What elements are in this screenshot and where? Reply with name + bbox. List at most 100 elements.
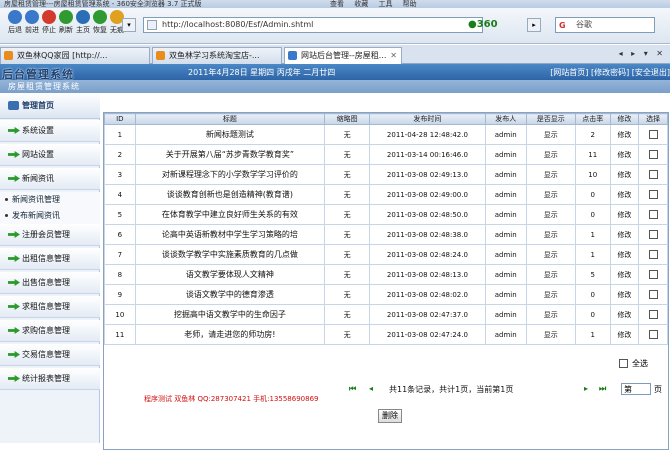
tab-taobao-shop[interactable]: 双鱼林学习系统淘宝店-... xyxy=(152,47,282,64)
edit-link[interactable]: 修改 xyxy=(609,324,640,345)
row-checkbox[interactable] xyxy=(648,170,658,179)
next-page-icon[interactable]: ▸ xyxy=(584,384,596,394)
row-checkbox[interactable] xyxy=(648,230,658,239)
edit-link[interactable]: 修改 xyxy=(609,284,640,305)
table-cell: 1 xyxy=(574,224,611,245)
first-page-icon[interactable]: ⏮ xyxy=(349,384,361,394)
arrow-icon xyxy=(8,175,20,182)
table-cell: admin xyxy=(484,184,527,205)
pager-info: 共11条记录，共计1页，当前第1页 xyxy=(389,385,514,394)
address-bar[interactable]: http://localhost:8080/Esf/Admin.shtml xyxy=(143,17,483,33)
table-cell: 显示 xyxy=(525,204,576,225)
sidebar-home-label: 管理首页 xyxy=(22,101,54,110)
table-cell: 对新课程理念下的小学数学学习评价的 xyxy=(134,164,326,185)
table-cell: 1 xyxy=(104,124,136,145)
edit-link[interactable]: 修改 xyxy=(609,264,640,285)
developer-credit: 程序测试 双鱼林 QQ:287307421 手机:13558690869 xyxy=(144,395,319,403)
close-icon[interactable]: ✕ xyxy=(390,48,397,63)
tab-controls[interactable]: ◂ ▸ ▾ ✕ xyxy=(619,49,666,58)
sidebar-item-1[interactable]: 网站设置 xyxy=(0,144,100,166)
table-cell: 无 xyxy=(324,144,371,165)
sidebar-item-4[interactable]: 发布新闻资讯 xyxy=(0,208,100,224)
table-cell: 新闻标题测试 xyxy=(134,124,326,145)
edit-link[interactable]: 修改 xyxy=(609,124,640,145)
go-button[interactable]: ▸ xyxy=(527,18,541,32)
row-select-cell xyxy=(638,264,668,285)
edit-link[interactable]: 修改 xyxy=(609,184,640,205)
dropdown-history-button[interactable]: ▾ xyxy=(122,18,136,32)
page-icon xyxy=(147,20,157,30)
tab-qq-home[interactable]: 双鱼林QQ家园 [http://... xyxy=(0,47,150,64)
sidebar-item-10[interactable]: 交易信息管理 xyxy=(0,344,100,366)
search-placeholder: 谷歌 xyxy=(576,20,592,29)
sidebar-item-11[interactable]: 统计报表管理 xyxy=(0,368,100,390)
page-number-input[interactable]: 第 xyxy=(621,383,651,395)
table-cell: 5 xyxy=(574,264,611,285)
bullet-icon xyxy=(5,214,8,217)
tab-label: 双鱼林学习系统淘宝店-... xyxy=(169,51,260,60)
select-all[interactable]: 全选 xyxy=(619,358,648,369)
tab-admin[interactable]: 网站后台管理--房屋租... ✕ xyxy=(284,47,402,65)
row-select-cell xyxy=(638,204,668,225)
sidebar-item-label: 系统设置 xyxy=(22,126,54,135)
sidebar-item-label: 新闻资讯 xyxy=(22,174,54,183)
table-cell: 显示 xyxy=(525,284,576,305)
sidebar-item-2[interactable]: 新闻资讯 xyxy=(0,168,100,190)
edit-link[interactable]: 修改 xyxy=(609,164,640,185)
table-row: 3 对新课程理念下的小学数学学习评价的无 2011-03-08 02:49:13.0… xyxy=(104,164,668,185)
sidebar-item-6[interactable]: 出租信息管理 xyxy=(0,248,100,270)
sidebar-home[interactable]: 管理首页 xyxy=(0,93,100,119)
sidebar-item-5[interactable]: 注册会员管理 xyxy=(0,224,100,246)
sidebar-item-9[interactable]: 求购信息管理 xyxy=(0,320,100,342)
sidebar-item-3[interactable]: 新闻资讯管理 xyxy=(0,192,100,208)
table-row: 10 挖掘高中语文教学中的生命因子无 2011-03-08 02:47:37.0 ad… xyxy=(104,304,668,325)
top-links[interactable]: [网站首页] [修改密码] [安全退出] xyxy=(550,67,670,78)
row-checkbox[interactable] xyxy=(648,270,658,279)
edit-link[interactable]: 修改 xyxy=(609,304,640,325)
table-cell: 挖掘高中语文教学中的生命因子 xyxy=(134,304,326,325)
row-checkbox[interactable] xyxy=(648,330,658,339)
table-cell: 2011-03-08 02:48:24.0 xyxy=(369,244,486,265)
table-cell: 无 xyxy=(324,124,371,145)
table-row: 8 语文教学要体现人文精神无 2011-03-08 02:48:13.0 admin 显… xyxy=(104,264,668,285)
table-cell: 2 xyxy=(104,144,136,165)
prev-page-icon[interactable]: ◂ xyxy=(369,384,381,394)
sidebar: 管理首页 系统设置网站设置新闻资讯新闻资讯管理 发布新闻资讯 注册会员管理 出租信息管… xyxy=(0,93,100,443)
last-page-icon[interactable]: ⏭ xyxy=(599,384,611,394)
row-checkbox[interactable] xyxy=(648,190,658,199)
row-checkbox[interactable] xyxy=(648,130,658,139)
row-select-cell xyxy=(638,184,668,205)
edit-link[interactable]: 修改 xyxy=(609,204,640,225)
table-cell: 显示 xyxy=(525,264,576,285)
sidebar-item-8[interactable]: 求租信息管理 xyxy=(0,296,100,318)
table-cell: 关于开展第八届“苏步青数学教育奖” xyxy=(134,144,326,165)
row-checkbox[interactable] xyxy=(648,310,658,319)
edit-link[interactable]: 修改 xyxy=(609,244,640,265)
search-input[interactable]: G 谷歌 xyxy=(555,17,655,33)
table-cell: 论高中英语新教材中学生学习策略的培 xyxy=(134,224,326,245)
table-cell: 谈谈数学教学中实施素质教育的几点做 xyxy=(134,244,326,265)
table-cell: admin xyxy=(484,324,527,345)
table-cell: 无 xyxy=(324,304,371,325)
row-checkbox[interactable] xyxy=(648,250,658,259)
favicon-icon xyxy=(288,51,297,60)
favicon-icon xyxy=(4,51,13,60)
news-table: ID 标题 缩略图 发布时间 发布人 是否显示 点击率 修改 选择 1 新闻标题测试无 2011-0… xyxy=(104,113,668,345)
browser-menu[interactable]: 查看 收藏 工具 帮助 xyxy=(330,0,417,8)
table-cell: 1 xyxy=(574,244,611,265)
row-select-cell xyxy=(638,324,668,345)
sidebar-item-7[interactable]: 出售信息管理 xyxy=(0,272,100,294)
table-cell: 0 xyxy=(574,304,611,325)
table-cell: 7 xyxy=(104,244,136,265)
row-checkbox[interactable] xyxy=(648,290,658,299)
edit-link[interactable]: 修改 xyxy=(609,144,640,165)
delete-button[interactable]: 删除 xyxy=(378,409,402,423)
select-all-checkbox[interactable] xyxy=(619,359,628,368)
tab-label: 双鱼林QQ家园 [http://... xyxy=(17,51,108,60)
table-cell: 1 xyxy=(574,324,611,345)
edit-link[interactable]: 修改 xyxy=(609,224,640,245)
monitor-icon xyxy=(8,101,19,110)
row-checkbox[interactable] xyxy=(648,210,658,219)
sidebar-item-0[interactable]: 系统设置 xyxy=(0,120,100,142)
row-checkbox[interactable] xyxy=(648,150,658,159)
